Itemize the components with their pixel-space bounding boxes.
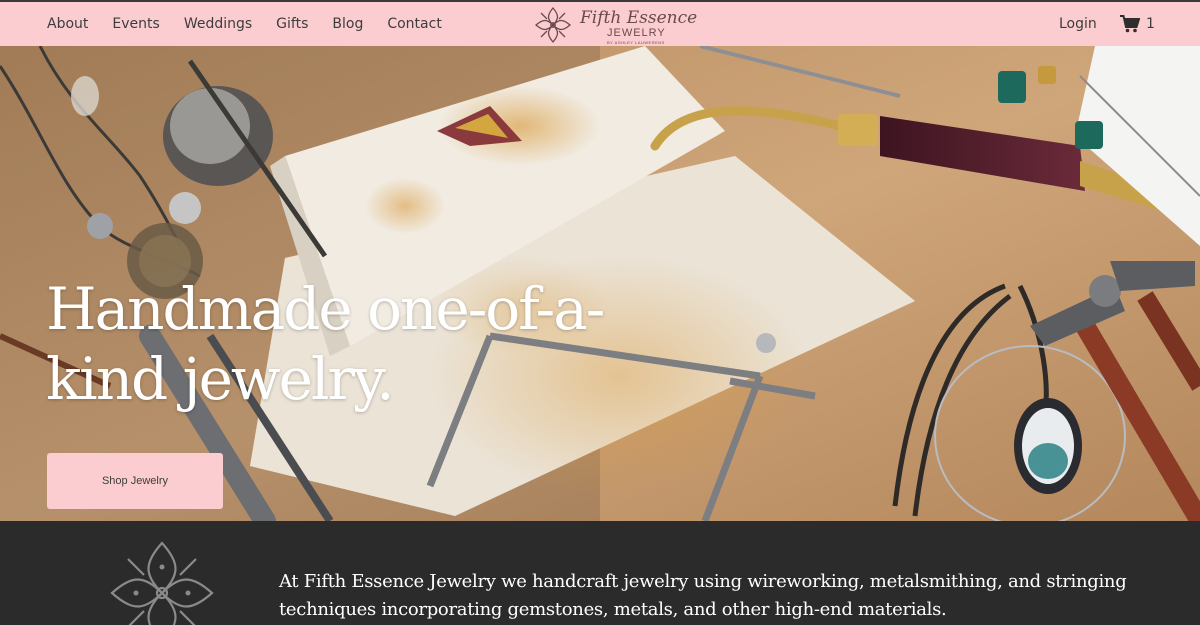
cart-count: 1 (1146, 16, 1155, 32)
intro-band: At Fifth Essence Jewelry we handcraft je… (0, 521, 1200, 625)
nav-contact[interactable]: Contact (387, 16, 441, 32)
brand-logo[interactable]: Fifth Essence JEWELRY BY ASHLEY LAUWEREN… (533, 5, 697, 45)
nav-blog[interactable]: Blog (332, 16, 363, 32)
hero-headline: Handmade one-of-a-kind jewelry. (46, 275, 605, 413)
hero-banner: Handmade one-of-a-kind jewelry. Shop Jew… (0, 46, 1200, 521)
shop-jewelry-button[interactable]: Shop Jewelry (47, 453, 223, 509)
login-link[interactable]: Login (1059, 16, 1097, 32)
intro-text: At Fifth Essence Jewelry we handcraft je… (279, 571, 1127, 620)
lotus-icon (535, 7, 571, 43)
brand-sub: JEWELRY (607, 27, 666, 39)
nav-gifts[interactable]: Gifts (276, 16, 308, 32)
cart-icon (1120, 15, 1140, 33)
cart-button[interactable]: 1 (1120, 15, 1155, 33)
site-header: About Events Weddings Gifts Blog Contact… (0, 0, 1200, 46)
brand-name: Fifth Essence (580, 8, 698, 28)
nav-about[interactable]: About (47, 16, 88, 32)
brand-tagline: BY ASHLEY LAUWERENS (607, 40, 665, 45)
nav-events[interactable]: Events (112, 16, 159, 32)
main-nav: About Events Weddings Gifts Blog Contact (47, 16, 466, 32)
nav-weddings[interactable]: Weddings (184, 16, 252, 32)
lotus-icon (110, 541, 214, 625)
